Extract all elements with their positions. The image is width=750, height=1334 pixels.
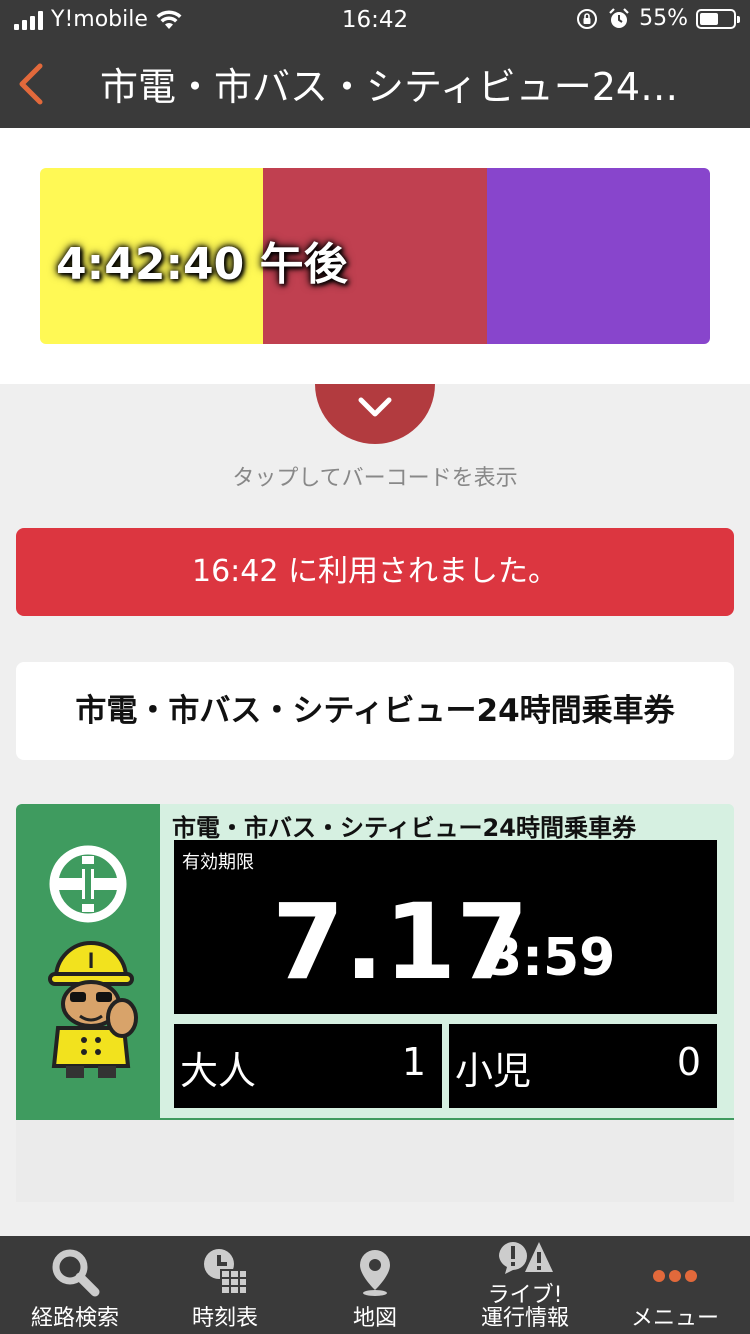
svg-text:I: I <box>88 948 94 973</box>
live-clock: 4:42:40 午後 <box>56 239 348 290</box>
usage-status-banner: 16:42 に利用されました。 <box>16 528 734 616</box>
ticket-footer <box>16 1118 734 1202</box>
alert-icon <box>499 1242 553 1274</box>
page-title: 市電・市バス・シティビュー24… <box>100 65 679 109</box>
child-label: 小児 <box>455 1049 532 1093</box>
child-count-box: 小児 0 <box>449 1024 717 1108</box>
city-emblem-icon <box>49 845 127 923</box>
tab-map-label: 地図 <box>352 1305 397 1331</box>
ticket-card: I 市電・市バス・シティビュー24時間乗車券 有効期限 7.17 3:59 大人… <box>16 804 734 1118</box>
battery-level <box>700 12 718 25</box>
tab-live-info-label-line: ライブ! <box>487 1282 563 1308</box>
tab-live-info-label-line: 運行情報 <box>480 1305 569 1331</box>
chevron-down-icon <box>358 397 392 417</box>
tab-timetable-label: 時刻表 <box>191 1305 258 1331</box>
ticket-card-title: 市電・市バス・シティビュー24時間乗車券 <box>172 814 636 842</box>
child-count: 0 <box>676 1040 701 1084</box>
expiry-box: 有効期限 7.17 3:59 <box>174 840 717 1014</box>
ticket-name: 市電・市バス・シティビュー24時間乗車券 <box>16 662 734 760</box>
chevron-left-icon[interactable] <box>14 62 50 106</box>
tab-menu-label: メニュー <box>630 1305 719 1331</box>
tab-timetable[interactable]: 時刻表 <box>150 1236 300 1334</box>
status-bar: Y!mobile 16:42 55% <box>0 0 750 40</box>
search-icon <box>52 1249 100 1297</box>
tab-live-info-label: ライブ! 運行情報 <box>450 1284 600 1330</box>
adult-label: 大人 <box>180 1049 257 1093</box>
expiry-time: 3:59 <box>486 928 616 988</box>
map-pin-icon <box>360 1250 390 1296</box>
more-icon <box>653 1270 697 1282</box>
color-panel: 4:42:40 午後 <box>0 128 750 384</box>
mascot-icon: I <box>48 941 138 1078</box>
ticket-emblem-panel: I <box>16 804 160 1118</box>
barcode-hint: タップしてバーコードを表示 <box>232 466 518 491</box>
orientation-lock-icon <box>577 8 598 29</box>
ticket-info-panel: 市電・市バス・シティビュー24時間乗車券 有効期限 7.17 3:59 大人 1… <box>160 804 734 1118</box>
tab-menu[interactable]: メニュー <box>600 1236 750 1334</box>
adult-count-box: 大人 1 <box>174 1024 442 1108</box>
color-segment-3 <box>486 168 710 344</box>
tab-route-search[interactable]: 経路検索 <box>0 1236 150 1334</box>
battery-percent: 55% <box>639 6 688 31</box>
tab-bar: 経路検索 時刻表 地図 ライブ! 運行情報 メニュー <box>0 1236 750 1334</box>
tab-map[interactable]: 地図 <box>300 1236 450 1334</box>
nav-bar: 市電・市バス・シティビュー24… <box>0 40 750 128</box>
status-right: 55% <box>575 6 740 31</box>
adult-count: 1 <box>401 1040 426 1084</box>
alarm-icon <box>609 7 629 28</box>
tab-route-search-label: 経路検索 <box>30 1305 119 1331</box>
tab-live-info[interactable]: ライブ! 運行情報 <box>450 1236 600 1334</box>
show-barcode-button[interactable] <box>315 384 435 444</box>
timetable-icon <box>204 1249 248 1295</box>
battery-icon <box>696 8 740 29</box>
expiry-label: 有効期限 <box>182 852 254 873</box>
